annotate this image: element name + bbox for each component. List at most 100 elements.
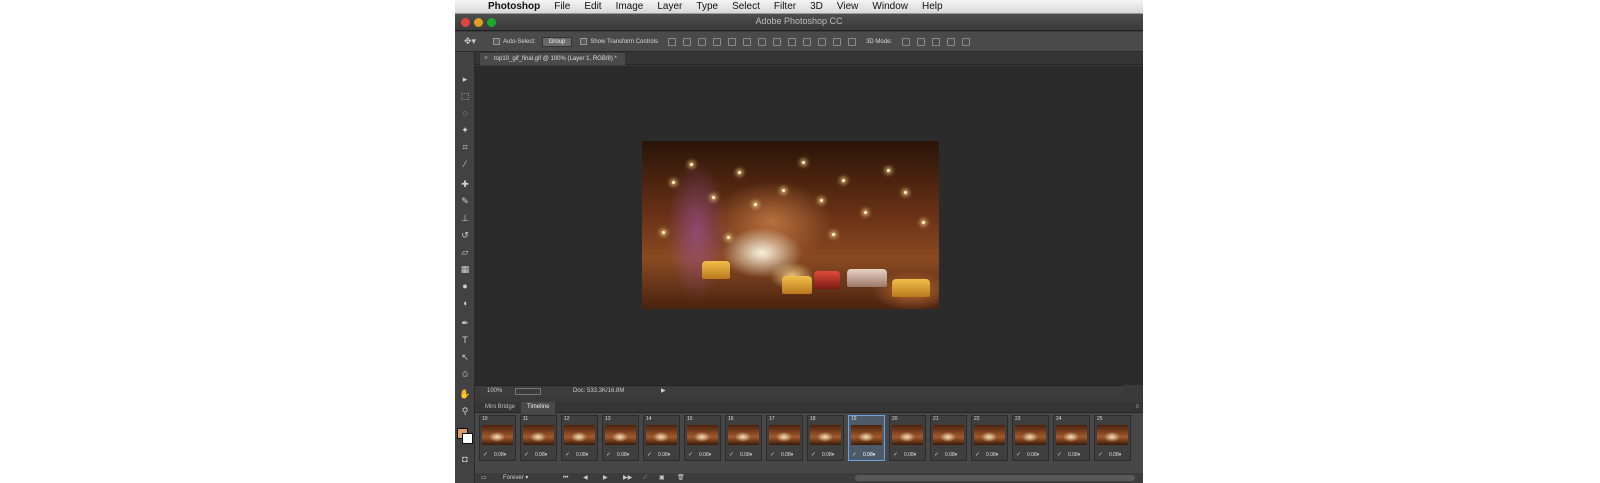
distribute-right-icon[interactable] xyxy=(833,37,842,46)
frame-delay-dropdown[interactable]: 0.08▾ xyxy=(863,452,875,458)
frame-delay-dropdown[interactable]: 0.08▾ xyxy=(822,452,834,458)
history-brush-tool-icon[interactable]: ↺ xyxy=(458,228,472,242)
tab-mini-bridge[interactable]: Mini Bridge xyxy=(479,402,521,413)
move-tool-preset-icon[interactable]: ✥▾ xyxy=(455,36,485,47)
move-tool-icon[interactable]: ▸ xyxy=(458,72,472,86)
frame-delay-dropdown[interactable]: 0.08▾ xyxy=(740,452,752,458)
tween-icon[interactable]: ⟋ xyxy=(643,473,647,483)
shape-tool-icon[interactable]: ✩ xyxy=(458,367,472,381)
frame-disposal-icon[interactable]: ✓ xyxy=(893,451,898,458)
play-icon[interactable]: ▶ xyxy=(603,473,608,483)
distribute-middle-icon[interactable] xyxy=(773,37,782,46)
timeline-scrollbar[interactable] xyxy=(855,475,1135,481)
document-tab[interactable]: × top10_gif_final.gif @ 100% (Layer 1, R… xyxy=(480,53,625,65)
frame-disposal-icon[interactable]: ✓ xyxy=(1098,451,1103,458)
frame-delay-dropdown[interactable]: 0.08▾ xyxy=(1068,452,1080,458)
lasso-tool-icon[interactable]: ◌ xyxy=(458,106,472,120)
magic-wand-tool-icon[interactable]: ✦ xyxy=(458,123,472,137)
frame-disposal-icon[interactable]: ✓ xyxy=(934,451,939,458)
distribute-left-icon[interactable] xyxy=(803,37,812,46)
loop-options-dropdown[interactable]: Forever ▾ xyxy=(503,473,528,483)
align-middle-icon[interactable] xyxy=(683,37,692,46)
3d-scale-icon[interactable] xyxy=(962,37,971,46)
close-document-icon[interactable]: × xyxy=(484,53,488,65)
frame-delay-dropdown[interactable]: 0.08▾ xyxy=(986,452,998,458)
quick-mask-icon[interactable]: ◘ xyxy=(458,452,472,466)
3d-slide-icon[interactable] xyxy=(947,37,956,46)
frame-disposal-icon[interactable]: ✓ xyxy=(852,451,857,458)
document-canvas-image[interactable] xyxy=(642,141,939,309)
clone-stamp-tool-icon[interactable]: ⊥ xyxy=(458,211,472,225)
menu-file[interactable]: File xyxy=(547,1,577,12)
frame-delay-dropdown[interactable]: 0.08▾ xyxy=(904,452,916,458)
marquee-tool-icon[interactable]: ⬚ xyxy=(458,89,472,103)
timeline-frame[interactable]: 10 ✓ 0.08▾ xyxy=(479,415,516,461)
menu-edit[interactable]: Edit xyxy=(577,1,608,12)
hand-tool-icon[interactable]: ✋ xyxy=(458,387,472,401)
timeline-frame[interactable]: 21 ✓ 0.08▾ xyxy=(930,415,967,461)
menu-image[interactable]: Image xyxy=(609,1,651,12)
menu-window[interactable]: Window xyxy=(865,1,915,12)
timeline-frame[interactable]: 11 ✓ 0.08▾ xyxy=(520,415,557,461)
frame-delay-dropdown[interactable]: 0.08▾ xyxy=(781,452,793,458)
panel-menu-icon[interactable]: ≡ xyxy=(1135,402,1139,413)
timeline-frame[interactable]: 23 ✓ 0.08▾ xyxy=(1012,415,1049,461)
frame-delay-dropdown[interactable]: 0.08▾ xyxy=(494,452,506,458)
frame-delay-dropdown[interactable]: 0.08▾ xyxy=(699,452,711,458)
canvas-area[interactable] xyxy=(475,66,1143,385)
menu-view[interactable]: View xyxy=(830,1,866,12)
show-transform-checkbox[interactable] xyxy=(580,38,588,45)
3d-roll-icon[interactable] xyxy=(917,37,926,46)
distribute-bottom-icon[interactable] xyxy=(788,37,797,46)
type-tool-icon[interactable]: T xyxy=(458,333,472,347)
auto-align-icon[interactable] xyxy=(848,37,857,46)
frame-disposal-icon[interactable]: ✓ xyxy=(647,451,652,458)
blur-tool-icon[interactable]: ● xyxy=(458,279,472,293)
status-menu-arrow-icon[interactable]: ▶ xyxy=(661,386,666,397)
align-bottom-icon[interactable] xyxy=(698,37,707,46)
3d-drag-icon[interactable] xyxy=(932,37,941,46)
menu-photoshop[interactable]: Photoshop xyxy=(481,1,547,12)
timeline-frame[interactable]: 16 ✓ 0.08▾ xyxy=(725,415,762,461)
align-left-icon[interactable] xyxy=(713,37,722,46)
delete-frame-icon[interactable]: 🗑 xyxy=(677,473,685,483)
eraser-tool-icon[interactable]: ▱ xyxy=(458,245,472,259)
frame-disposal-icon[interactable]: ✓ xyxy=(729,451,734,458)
crop-tool-icon[interactable]: ⌗ xyxy=(458,140,472,154)
timeline-frame[interactable]: 22 ✓ 0.08▾ xyxy=(971,415,1008,461)
next-frame-icon[interactable]: ▶▶ xyxy=(623,473,632,483)
zoom-tool-icon[interactable]: ⚲ xyxy=(458,404,472,418)
menu-layer[interactable]: Layer xyxy=(650,1,689,12)
distribute-top-icon[interactable] xyxy=(758,37,767,46)
timeline-frame[interactable]: 24 ✓ 0.08▾ xyxy=(1053,415,1090,461)
frame-disposal-icon[interactable]: ✓ xyxy=(1016,451,1021,458)
timeline-frame[interactable]: 12 ✓ 0.08▾ xyxy=(561,415,598,461)
frame-disposal-icon[interactable]: ✓ xyxy=(688,451,693,458)
timeline-toggle-icon[interactable] xyxy=(515,388,541,395)
healing-brush-tool-icon[interactable]: ✚ xyxy=(458,177,472,191)
frame-disposal-icon[interactable]: ✓ xyxy=(975,451,980,458)
frame-delay-dropdown[interactable]: 0.08▾ xyxy=(617,452,629,458)
timeline-frame[interactable]: 19 ✓ 0.08▾ xyxy=(848,415,885,461)
frame-delay-dropdown[interactable]: 0.08▾ xyxy=(535,452,547,458)
frame-disposal-icon[interactable]: ✓ xyxy=(770,451,775,458)
path-selection-tool-icon[interactable]: ↖ xyxy=(458,350,472,364)
frame-disposal-icon[interactable]: ✓ xyxy=(811,451,816,458)
menu-filter[interactable]: Filter xyxy=(767,1,803,12)
frame-delay-dropdown[interactable]: 0.08▾ xyxy=(945,452,957,458)
auto-select-dropdown[interactable]: Group xyxy=(541,36,573,47)
brush-tool-icon[interactable]: ✎ xyxy=(458,194,472,208)
previous-frame-icon[interactable]: ◀ xyxy=(583,473,588,483)
frame-disposal-icon[interactable]: ✓ xyxy=(483,451,488,458)
align-center-icon[interactable] xyxy=(728,37,737,46)
frame-delay-dropdown[interactable]: 0.08▾ xyxy=(1027,452,1039,458)
frame-disposal-icon[interactable]: ✓ xyxy=(565,451,570,458)
timeline-frame[interactable]: 14 ✓ 0.08▾ xyxy=(643,415,680,461)
first-frame-icon[interactable]: ⏮ xyxy=(563,473,568,483)
distribute-center-icon[interactable] xyxy=(818,37,827,46)
menu-3d[interactable]: 3D xyxy=(803,1,830,12)
frame-disposal-icon[interactable]: ✓ xyxy=(524,451,529,458)
dodge-tool-icon[interactable]: ◖ xyxy=(458,296,472,310)
frame-disposal-icon[interactable]: ✓ xyxy=(606,451,611,458)
pen-tool-icon[interactable]: ✒ xyxy=(458,316,472,330)
